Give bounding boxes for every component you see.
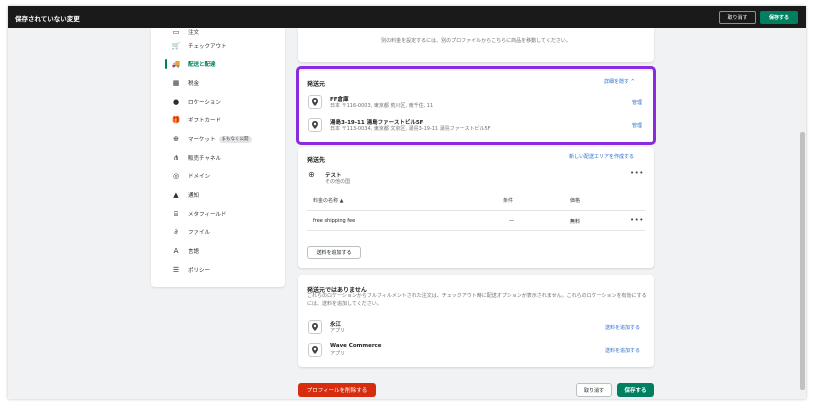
- shipping-destination-card: 発送先 新しい配送エリアを作成する ⊕ テスト その他の国 ••• 料金の名称 …: [298, 147, 654, 268]
- location-type: アプリ: [330, 328, 346, 334]
- sidebar-item-label: 注文: [188, 30, 200, 36]
- save-button[interactable]: 保存する: [617, 383, 654, 397]
- rate-price: 無料: [570, 219, 581, 225]
- location-pin-icon: [308, 320, 322, 334]
- column-rate-name[interactable]: 料金の名称 ▲: [313, 197, 343, 204]
- sidebar-item-label: 言語: [188, 249, 200, 255]
- sidebar-item-locations[interactable]: ● ロケーション: [151, 95, 285, 109]
- save-button-top[interactable]: 保存する: [760, 11, 798, 24]
- sidebar-item-label: 通知: [188, 193, 200, 199]
- products-card: 別の料金を設定するには、別のプロファイルからこちらに商品を移動してください。: [298, 28, 654, 62]
- globe-icon: ⊕: [173, 135, 179, 143]
- rate-name: free shipping fee: [313, 218, 356, 224]
- settings-sidebar: ▭ 注文 🛒 チェックアウト 🚚 配送と配達 ▦ 税金 ● ロケーション 🎁 ギ…: [151, 28, 285, 287]
- table-divider: [307, 230, 645, 231]
- sidebar-item-metafields[interactable]: ⌸ メタフィールド: [151, 207, 285, 221]
- domain-icon: ◎: [172, 172, 180, 180]
- metafield-icon: ⌸: [173, 209, 179, 218]
- coming-soon-badge: まもなく公開: [218, 136, 252, 143]
- scrollbar-thumb[interactable]: [800, 132, 805, 390]
- non-shipping-description: これらのロケーションからフルフィルメントされた注文は、チェックアウト時に配送オプ…: [307, 293, 647, 307]
- location-pin-icon: [308, 343, 322, 357]
- sidebar-item-label: メタフィールド: [188, 212, 227, 218]
- add-rate-link[interactable]: 送料を追加する: [605, 347, 640, 354]
- policy-icon: ☰: [172, 266, 180, 274]
- zone-countries: その他の国: [325, 179, 351, 185]
- sidebar-item-files[interactable]: ∂ ファイル: [151, 225, 285, 239]
- column-condition: 条件: [503, 198, 514, 204]
- highlight-box: [296, 66, 656, 145]
- add-rate-button[interactable]: 送料を追加する: [307, 246, 361, 259]
- location-name: Wave Commerce: [330, 343, 382, 349]
- shipping-destination-title: 発送先: [307, 157, 326, 164]
- sidebar-item-notifications[interactable]: ▲ 通知: [151, 188, 285, 202]
- truck-icon: 🚚: [171, 60, 181, 68]
- sidebar-item-languages[interactable]: A 言語: [151, 244, 285, 258]
- create-zone-link[interactable]: 新しい配送エリアを作成する: [569, 153, 634, 160]
- sidebar-item-label: ポリシー: [188, 268, 211, 274]
- sidebar-item-label: マーケット まもなく公開: [188, 135, 252, 143]
- rate-more-menu[interactable]: •••: [630, 216, 644, 224]
- globe-icon: ⊕: [308, 170, 315, 179]
- sidebar-item-taxes[interactable]: ▦ 税金: [151, 76, 285, 90]
- column-price: 価格: [570, 198, 581, 204]
- location-icon: ●: [172, 98, 180, 106]
- zone-more-menu[interactable]: •••: [630, 169, 644, 177]
- sidebar-item-gift-cards[interactable]: 🎁 ギフトカード: [151, 113, 285, 127]
- unsaved-changes-title: 保存されていない変更: [15, 15, 80, 23]
- table-divider: [307, 210, 645, 211]
- sidebar-item-label: ファイル: [188, 230, 211, 236]
- discard-button[interactable]: 取り消す: [576, 383, 612, 397]
- rate-condition: —: [509, 218, 514, 224]
- sidebar-item-label: ドメイン: [188, 174, 211, 180]
- sidebar-item-policies[interactable]: ☰ ポリシー: [151, 263, 285, 277]
- gift-icon: 🎁: [171, 116, 181, 124]
- sidebar-item-label: 販売チャネル: [188, 156, 221, 162]
- order-icon: ▭: [172, 28, 180, 36]
- sidebar-item-checkout[interactable]: 🛒 チェックアウト: [151, 39, 285, 53]
- move-products-note: 別の料金を設定するには、別のプロファイルからこちらに商品を移動してください。: [381, 38, 571, 44]
- sidebar-item-label: ギフトカード: [188, 118, 222, 124]
- discard-button-top[interactable]: 取り消す: [719, 11, 756, 24]
- sidebar-item-orders[interactable]: ▭ 注文: [151, 25, 285, 39]
- sidebar-item-label: ロケーション: [188, 100, 221, 106]
- app-frame: 保存されていない変更 取り消す 保存する ▭ 注文 🛒 チェックアウト 🚚 配送…: [8, 6, 806, 399]
- sidebar-item-markets[interactable]: ⊕ マーケット まもなく公開: [151, 132, 285, 146]
- sidebar-item-sales-channels[interactable]: ⋔ 販売チャネル: [151, 151, 285, 165]
- tax-icon: ▦: [172, 79, 180, 87]
- non-shipping-locations-card: 発送元ではありません これらのロケーションからフルフィルメントされた注文は、チェ…: [298, 275, 654, 367]
- bell-icon: ▲: [173, 191, 179, 199]
- language-icon: A: [173, 247, 179, 255]
- add-rate-link[interactable]: 送料を追加する: [605, 324, 640, 331]
- sidebar-item-label: チェックアウト: [188, 44, 227, 50]
- sidebar-item-domains[interactable]: ◎ ドメイン: [151, 169, 285, 183]
- location-type: アプリ: [330, 351, 346, 357]
- cart-icon: 🛒: [171, 42, 181, 50]
- delete-profile-button[interactable]: プロフィールを削除する: [298, 383, 376, 397]
- sidebar-item-shipping[interactable]: 🚚 配送と配達: [151, 57, 285, 71]
- scrollbar[interactable]: [799, 28, 806, 399]
- paperclip-icon: ∂: [174, 228, 178, 236]
- channels-icon: ⋔: [173, 154, 179, 162]
- sidebar-item-label: 配送と配達: [188, 62, 216, 68]
- sidebar-item-label: 税金: [188, 81, 200, 87]
- contextual-save-bar: 保存されていない変更 取り消す 保存する: [8, 6, 806, 28]
